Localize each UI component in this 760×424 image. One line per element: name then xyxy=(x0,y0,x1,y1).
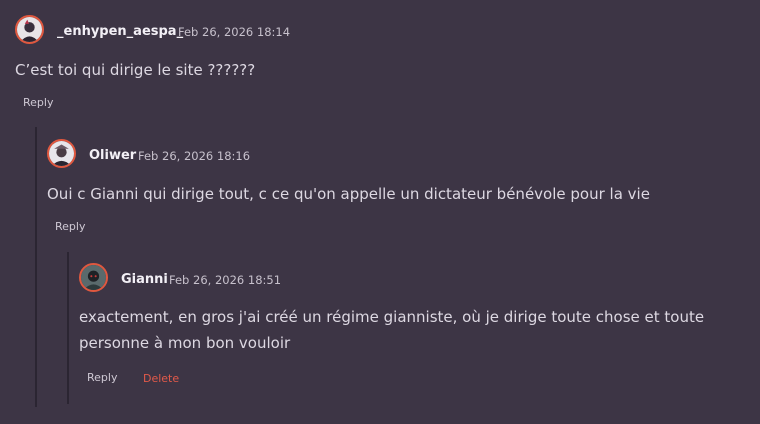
comment-username[interactable]: _enhypen_aespa_ xyxy=(57,24,183,39)
comment-timestamp: Feb 26, 2026 18:51 xyxy=(169,273,282,287)
user-avatar-icon[interactable] xyxy=(15,15,44,44)
reply-button[interactable]: Reply xyxy=(23,96,53,109)
comment-timestamp: Feb 26, 2026 18:16 xyxy=(138,149,251,163)
comment-text: C’est toi qui dirige le site ?????? xyxy=(15,61,256,79)
comment-text: exactement, en gros j'ai créé un régime … xyxy=(79,308,705,352)
user-avatar-icon[interactable] xyxy=(47,139,76,168)
reply-button[interactable]: Reply xyxy=(87,371,117,384)
comment-username[interactable]: Gianni xyxy=(121,272,168,287)
user-avatar-icon[interactable] xyxy=(79,263,108,292)
comment-text: Oui c Gianni qui dirige tout, c ce qu'on… xyxy=(47,185,650,203)
thread-line-level-1 xyxy=(35,127,37,407)
thread-line-level-2 xyxy=(67,252,69,404)
comment-username[interactable]: Oliwer xyxy=(89,148,136,163)
reply-button[interactable]: Reply xyxy=(55,220,85,233)
comment-timestamp: Feb 26, 2026 18:14 xyxy=(178,25,291,39)
delete-button[interactable]: Delete xyxy=(143,372,179,385)
